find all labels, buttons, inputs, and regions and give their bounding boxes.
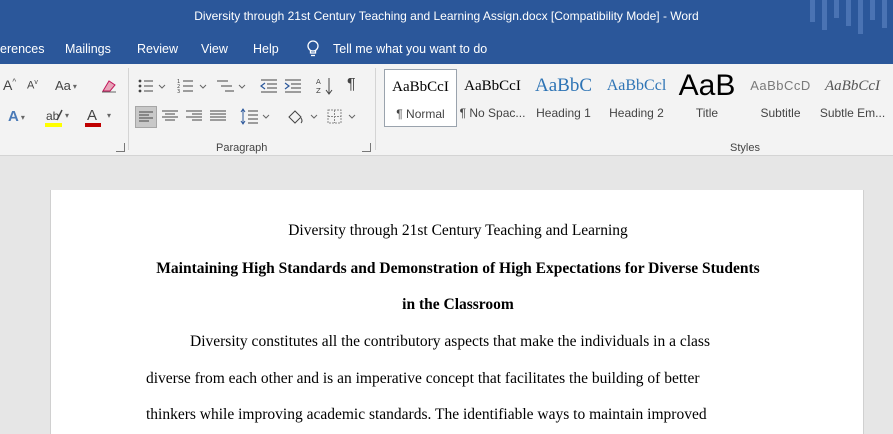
- svg-text:3: 3: [177, 89, 180, 94]
- highlighter-icon: ab: [46, 109, 63, 122]
- title-decoration: [882, 0, 887, 28]
- title-decoration: [822, 0, 827, 30]
- title-decoration: [810, 0, 815, 22]
- style-sample: AaBbCcI: [392, 79, 449, 95]
- paragraph-group-label: Paragraph: [216, 142, 268, 154]
- font-color-letter: A: [87, 107, 98, 124]
- style-no-spacing[interactable]: AaBbCcI ¶ No Spac...: [456, 69, 529, 127]
- line-spacing-icon[interactable]: [240, 108, 270, 126]
- justify-icon[interactable]: [209, 108, 227, 126]
- style-heading-1[interactable]: AaBbC Heading 1: [527, 69, 600, 127]
- tab-review[interactable]: Review: [137, 42, 178, 56]
- grow-font-button[interactable]: A^: [3, 77, 16, 93]
- document-heading-line-1: Maintaining High Standards and Demonstra…: [156, 260, 760, 277]
- align-left-icon: [139, 111, 153, 122]
- title-bar: Diversity through 21st Century Teaching …: [0, 0, 893, 34]
- body-text-line: Diversity constitutes all the contributo…: [190, 333, 710, 350]
- document-page[interactable]: Diversity through 21st Century Teaching …: [50, 190, 864, 434]
- chevron-down-icon: ▾: [65, 111, 70, 120]
- window-title: Diversity through 21st Century Teaching …: [194, 9, 699, 23]
- style-title[interactable]: AaB Title: [672, 69, 742, 127]
- ribbon-tabs: erences Mailings Review View Help Tell m…: [0, 34, 893, 64]
- svg-text:Z: Z: [316, 87, 321, 95]
- style-subtitle[interactable]: AaBbCcD Subtitle: [744, 69, 817, 127]
- tell-me-search[interactable]: Tell me what you want to do: [333, 42, 487, 56]
- align-left-button[interactable]: [135, 106, 157, 128]
- multilevel-list-icon[interactable]: [216, 78, 246, 94]
- highlight-color-swatch: [45, 123, 62, 127]
- document-heading-line-2: in the Classroom: [402, 296, 514, 313]
- shrink-font-button[interactable]: Av: [27, 79, 38, 92]
- tab-view[interactable]: View: [201, 42, 228, 56]
- change-case-label: Aa: [55, 78, 71, 93]
- highlight-color-button[interactable]: ab ▾: [45, 108, 75, 128]
- style-name: ¶ Normal: [396, 107, 445, 121]
- body-text-line: diverse from each other and is an impera…: [146, 370, 700, 387]
- styles-group-label: Styles: [730, 142, 760, 154]
- ribbon: A^ Av Aa ▾ A ▾ ab ▾ A ▾ 1 2 3 A Z ¶ Para…: [0, 64, 893, 156]
- grow-font-label: A: [3, 77, 13, 93]
- tab-help[interactable]: Help: [253, 42, 279, 56]
- style-name: ¶ No Spac...: [459, 106, 526, 120]
- text-effects-label: A: [8, 108, 19, 125]
- group-separator: [128, 68, 129, 150]
- group-separator: [375, 68, 376, 150]
- shading-icon[interactable]: [286, 108, 318, 126]
- align-center-icon[interactable]: [161, 108, 179, 126]
- pilcrow-icon[interactable]: ¶: [347, 76, 356, 94]
- style-sample: AaBbCcD: [750, 78, 811, 93]
- style-name: Heading 1: [536, 106, 591, 120]
- title-decoration: [846, 0, 851, 26]
- font-color-swatch: [85, 123, 101, 127]
- sort-icon[interactable]: A Z: [316, 76, 334, 96]
- numbering-icon[interactable]: 1 2 3: [177, 78, 207, 94]
- change-case-button[interactable]: Aa ▾: [55, 78, 77, 93]
- align-right-icon[interactable]: [185, 108, 203, 126]
- lightbulb-icon[interactable]: [306, 40, 320, 58]
- title-decoration: [858, 0, 863, 34]
- style-name: Subtle Em...: [819, 106, 886, 120]
- style-name: Heading 2: [609, 106, 664, 120]
- text-effects-button[interactable]: A ▾: [8, 108, 25, 125]
- increase-indent-icon[interactable]: [284, 78, 302, 94]
- borders-icon[interactable]: [326, 108, 356, 126]
- style-name: Title: [695, 106, 719, 120]
- chevron-down-icon: ▾: [107, 111, 112, 120]
- style-heading-2[interactable]: AaBbCcl Heading 2: [600, 69, 673, 127]
- style-sample: AaBbCcl: [606, 77, 667, 94]
- style-sample: AaBbCcI: [825, 78, 880, 94]
- clear-formatting-icon[interactable]: [101, 79, 117, 93]
- bullets-icon[interactable]: [138, 78, 166, 94]
- svg-text:A: A: [316, 78, 321, 86]
- style-sample: AaBbCcI: [464, 78, 521, 94]
- body-text-line: thinkers while improving academic standa…: [146, 406, 707, 423]
- style-sample: AaB: [678, 69, 736, 102]
- style-sample: AaBbC: [535, 75, 592, 96]
- style-name: Subtitle: [760, 106, 801, 120]
- style-subtle-emphasis[interactable]: AaBbCcI Subtle Em...: [816, 69, 889, 127]
- document-title: Diversity through 21st Century Teaching …: [288, 222, 628, 239]
- paragraph-dialog-launcher[interactable]: [362, 143, 371, 152]
- decrease-indent-icon[interactable]: [260, 78, 278, 94]
- title-decoration: [834, 0, 839, 18]
- tab-references[interactable]: erences: [0, 42, 44, 56]
- tab-mailings[interactable]: Mailings: [65, 42, 111, 56]
- style-normal[interactable]: AaBbCcI ¶ Normal: [384, 69, 457, 127]
- title-decoration: [870, 0, 875, 20]
- font-dialog-launcher[interactable]: [116, 143, 125, 152]
- font-color-button[interactable]: A ▾: [85, 107, 117, 129]
